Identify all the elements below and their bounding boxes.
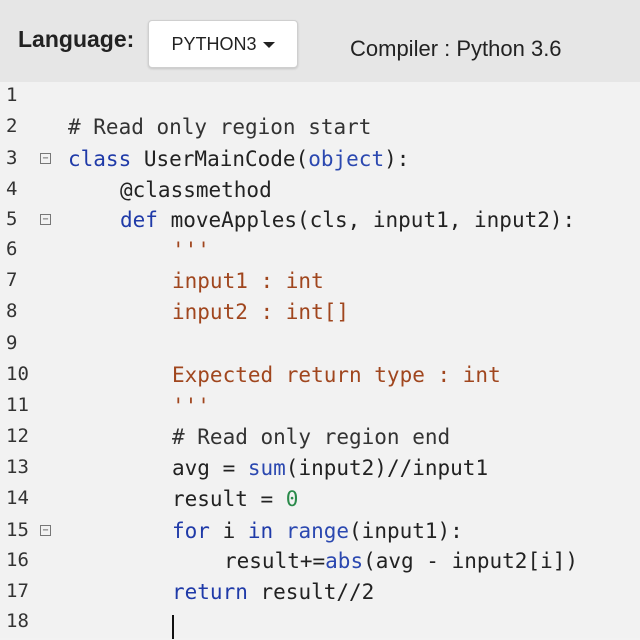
language-label: Language: bbox=[18, 26, 135, 52]
line-number: 6 bbox=[6, 238, 18, 260]
toolbar: Language: PYTHON3 Compiler : Python 3.6 bbox=[0, 0, 640, 82]
fold-toggle-icon[interactable]: − bbox=[40, 214, 51, 225]
code-token: for bbox=[172, 519, 223, 543]
code-text: ''' bbox=[172, 394, 210, 418]
code-token: sum bbox=[247, 456, 286, 480]
code-text: return result//2 bbox=[172, 580, 374, 604]
code-token: Expected return type : int bbox=[172, 363, 501, 387]
code-text: input1 : int bbox=[172, 269, 324, 293]
language-select[interactable]: PYTHON3 bbox=[148, 20, 298, 68]
code-text: class UserMainCode(object): bbox=[68, 147, 409, 171]
code-token: input1 : int bbox=[172, 269, 324, 293]
line-number: 18 bbox=[6, 610, 29, 632]
code-text: avg = sum(input2)//input1 bbox=[172, 456, 488, 480]
code-token: class bbox=[68, 147, 144, 171]
line-number: 15 bbox=[6, 519, 29, 541]
code-token: ''' bbox=[172, 238, 210, 262]
code-line[interactable]: 12 # Read only region end bbox=[0, 425, 640, 455]
code-line[interactable]: 2 # Read only region start bbox=[0, 115, 640, 145]
code-token: avg = bbox=[172, 456, 248, 480]
code-line[interactable]: 18 bbox=[0, 610, 640, 640]
line-number: 8 bbox=[6, 300, 18, 322]
code-token: result+= bbox=[224, 549, 326, 573]
code-token: in bbox=[247, 519, 286, 543]
code-line[interactable]: 10 Expected return type : int bbox=[0, 363, 640, 393]
code-text: input2 : int[] bbox=[172, 300, 349, 324]
code-token: (avg - input2[i]) bbox=[363, 549, 579, 573]
code-token: 0 bbox=[285, 487, 299, 511]
code-token: def bbox=[120, 208, 171, 232]
code-text: for i in range(input1): bbox=[172, 519, 463, 543]
code-line[interactable]: 14 result = 0 bbox=[0, 487, 640, 517]
code-text: Expected return type : int bbox=[172, 363, 501, 387]
line-number: 3 bbox=[6, 147, 18, 169]
fold-toggle-icon[interactable]: − bbox=[40, 525, 51, 536]
code-line[interactable]: 17 return result//2 bbox=[0, 580, 640, 610]
code-line[interactable]: 6 ''' bbox=[0, 238, 640, 268]
code-line[interactable]: 3 − class UserMainCode(object): bbox=[0, 147, 640, 177]
code-token: (input1): bbox=[349, 519, 463, 543]
line-number: 14 bbox=[6, 487, 29, 509]
line-number: 17 bbox=[6, 580, 29, 602]
code-token: object bbox=[308, 147, 385, 171]
code-text: result = 0 bbox=[172, 487, 298, 511]
code-token: # Read only region end bbox=[172, 425, 451, 449]
fold-toggle-icon[interactable]: − bbox=[40, 153, 51, 164]
code-token: abs bbox=[325, 549, 364, 573]
code-token: ''' bbox=[172, 394, 210, 418]
code-line[interactable]: 7 input1 : int bbox=[0, 269, 640, 299]
code-token: result = bbox=[172, 487, 286, 511]
code-text: ''' bbox=[172, 238, 210, 262]
line-number: 2 bbox=[6, 115, 18, 137]
code-editor[interactable]: 1 2 # Read only region start 3− class UserMa… bbox=[0, 82, 640, 638]
compiler-info: Compiler : Python 3.6 bbox=[350, 36, 562, 61]
line-number: 16 bbox=[6, 549, 29, 571]
line-number: 11 bbox=[6, 394, 29, 416]
code-line[interactable]: 5 − def moveApples(cls, input1, input2): bbox=[0, 208, 640, 238]
code-token: moveApples(cls, input1, input2): bbox=[170, 208, 576, 232]
code-token: # Read only region start bbox=[68, 115, 372, 139]
code-line[interactable]: 1 bbox=[0, 84, 640, 114]
code-token: input2 : int[] bbox=[172, 300, 350, 324]
code-text: # Read only region start bbox=[68, 115, 371, 139]
code-line[interactable]: 11 ''' bbox=[0, 394, 640, 424]
code-text: @classmethod bbox=[120, 178, 272, 202]
code-line[interactable]: 4 @classmethod bbox=[0, 178, 640, 208]
code-line[interactable]: 13 avg = sum(input2)//input1 bbox=[0, 456, 640, 486]
code-line[interactable]: 16 result+=abs(avg - input2[i]) bbox=[0, 549, 640, 579]
line-number: 4 bbox=[6, 178, 18, 200]
code-token: @classmethod bbox=[120, 178, 272, 202]
line-number: 7 bbox=[6, 269, 18, 291]
line-number: 12 bbox=[6, 425, 29, 447]
text-cursor bbox=[172, 615, 174, 639]
line-number: 1 bbox=[6, 84, 18, 106]
code-token: i bbox=[222, 519, 248, 543]
code-line[interactable]: 9 bbox=[0, 332, 640, 362]
code-token: UserMainCode( bbox=[143, 147, 309, 171]
line-number: 9 bbox=[6, 332, 18, 354]
line-number: 13 bbox=[6, 456, 29, 478]
code-line[interactable]: 15− for i in range(input1): bbox=[0, 519, 640, 549]
line-number: 5 bbox=[6, 208, 18, 230]
code-token: range bbox=[285, 519, 350, 543]
code-text: def moveApples(cls, input1, input2): bbox=[120, 208, 575, 232]
code-token: return bbox=[172, 580, 261, 604]
code-token: result//2 bbox=[260, 580, 375, 604]
code-token: (input2)//input1 bbox=[285, 456, 489, 480]
code-text: result+=abs(avg - input2[i]) bbox=[224, 549, 578, 573]
code-text: # Read only region end bbox=[172, 425, 450, 449]
language-select-value: PYTHON3 bbox=[171, 33, 257, 54]
code-token: ): bbox=[384, 147, 410, 171]
code-line[interactable]: 8 input2 : int[] bbox=[0, 300, 640, 330]
line-number: 10 bbox=[6, 363, 29, 385]
chevron-down-icon bbox=[262, 42, 275, 48]
